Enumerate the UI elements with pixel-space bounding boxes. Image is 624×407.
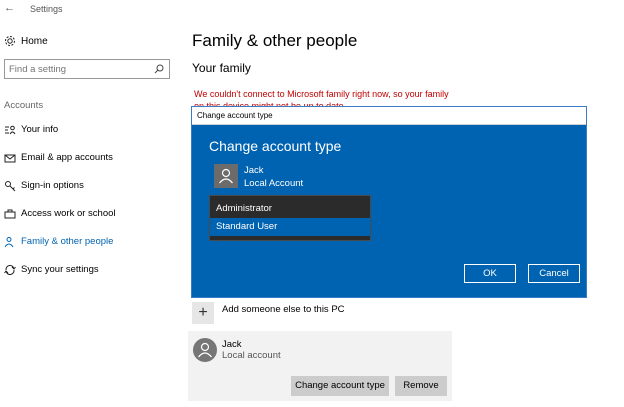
search-box[interactable]: [4, 59, 170, 79]
person-icon: [198, 342, 212, 358]
sidebar-item-label: Family & other people: [21, 236, 114, 247]
sidebar-item-label: Sync your settings: [21, 264, 99, 275]
gear-icon: [5, 36, 15, 46]
avatar: [193, 338, 217, 362]
sidebar-item-sync[interactable]: Sync your settings: [4, 263, 179, 279]
sidebar-item-label: Email & app accounts: [21, 152, 113, 163]
home-label: Home: [21, 36, 48, 47]
briefcase-icon: [4, 209, 16, 219]
add-someone-label: Add someone else to this PC: [222, 304, 345, 315]
search-icon[interactable]: [154, 64, 164, 74]
change-account-type-button[interactable]: Change account type: [291, 376, 389, 396]
avatar: [214, 164, 238, 188]
account-name: Jack: [222, 339, 242, 350]
title-bar: ← Settings: [0, 0, 624, 20]
cancel-button[interactable]: Cancel: [528, 264, 580, 283]
dialog-title-bar: Change account type: [192, 107, 586, 125]
sidebar-item-home[interactable]: Home: [4, 35, 154, 51]
sidebar-item-label: Sign-in options: [21, 180, 84, 191]
dialog-user-type: Local Account: [244, 178, 304, 189]
page-title: Family & other people: [192, 31, 358, 50]
account-card[interactable]: Jack Local account Change account type R…: [188, 331, 452, 401]
back-arrow-icon[interactable]: ←: [4, 2, 15, 14]
add-someone-button[interactable]: + Add someone else to this PC: [192, 302, 452, 324]
sidebar-item-label: Your info: [21, 124, 59, 135]
app-title: Settings: [30, 4, 63, 14]
dialog-user-name: Jack: [244, 165, 264, 176]
account-type: Local account: [222, 350, 281, 361]
ok-button[interactable]: OK: [464, 264, 516, 283]
account-type-dropdown[interactable]: Administrator Standard User: [209, 195, 371, 241]
change-account-type-dialog: Change account type Change account type …: [191, 106, 587, 298]
plus-icon: +: [192, 302, 214, 324]
dialog-window-title: Change account type: [197, 111, 273, 120]
sidebar-item-family[interactable]: Family & other people: [4, 235, 179, 251]
sidebar-item-sign-in[interactable]: Sign-in options: [4, 179, 179, 195]
person-icon: [219, 168, 233, 184]
sync-icon: [4, 265, 16, 275]
dialog-heading: Change account type: [209, 138, 342, 154]
search-input[interactable]: [9, 62, 147, 76]
user-info-icon: [5, 125, 16, 135]
sidebar-item-email[interactable]: Email & app accounts: [4, 151, 179, 167]
dropdown-option-administrator[interactable]: Administrator: [210, 200, 370, 218]
mail-icon: [4, 154, 16, 163]
sidebar-item-work-school[interactable]: Access work or school: [4, 207, 179, 223]
key-icon: [5, 181, 16, 192]
remove-button[interactable]: Remove: [395, 376, 447, 396]
section-label-accounts: Accounts: [4, 100, 44, 111]
section-title-your-family: Your family: [192, 61, 251, 75]
dropdown-option-standard-user[interactable]: Standard User: [210, 218, 370, 236]
people-icon: [4, 237, 14, 248]
sidebar-item-your-info[interactable]: Your info: [4, 123, 179, 139]
sidebar-item-label: Access work or school: [21, 208, 116, 219]
